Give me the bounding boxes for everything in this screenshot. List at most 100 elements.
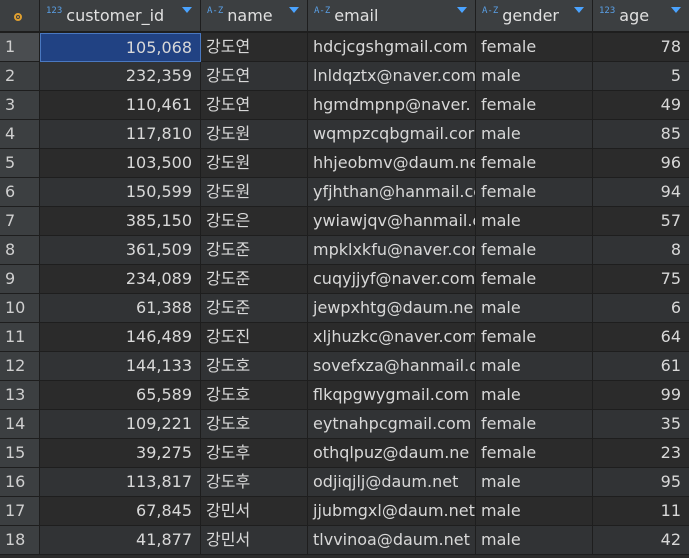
cell-name[interactable]: 강도연 xyxy=(201,62,308,91)
cell-email[interactable]: odjiqjlj@daum.net xyxy=(308,468,476,497)
cell-name[interactable]: 강도후 xyxy=(201,468,308,497)
column-header-gender[interactable]: A-Z gender xyxy=(476,0,593,32)
cell-gender[interactable]: male xyxy=(476,497,593,526)
cell-email[interactable]: jewpxhtg@daum.ne xyxy=(308,294,476,323)
cell-email[interactable]: eytnahpcgmail.com xyxy=(308,410,476,439)
cell-email[interactable]: tlvvinoa@daum.net xyxy=(308,526,476,555)
row-number[interactable]: 4 xyxy=(0,120,40,149)
cell-age[interactable]: 85 xyxy=(593,120,689,149)
cell-name[interactable]: 강도원 xyxy=(201,178,308,207)
cell-age[interactable]: 75 xyxy=(593,265,689,294)
cell-name[interactable]: 강도호 xyxy=(201,352,308,381)
cell-age[interactable]: 94 xyxy=(593,178,689,207)
cell-email[interactable]: othqlpuz@daum.ne xyxy=(308,439,476,468)
table-row[interactable]: 5 103,500 강도원 hhjeobmv@daum.ne female 96 xyxy=(0,149,689,178)
row-number[interactable]: 11 xyxy=(0,323,40,352)
row-number[interactable]: 6 xyxy=(0,178,40,207)
cell-gender[interactable]: male xyxy=(476,207,593,236)
cell-customer-id[interactable]: 385,150 xyxy=(40,207,201,236)
cell-email[interactable]: lnldqztx@naver.com xyxy=(308,62,476,91)
cell-gender[interactable]: female xyxy=(476,178,593,207)
table-row[interactable]: 17 67,845 강민서 jjubmgxl@daum.net male 11 xyxy=(0,497,689,526)
cell-gender[interactable]: female xyxy=(476,439,593,468)
cell-name[interactable]: 강도호 xyxy=(201,410,308,439)
row-number[interactable]: 1 xyxy=(0,33,40,62)
cell-age[interactable]: 6 xyxy=(593,294,689,323)
table-row[interactable]: 2 232,359 강도연 lnldqztx@naver.com male 5 xyxy=(0,62,689,91)
row-number[interactable]: 5 xyxy=(0,149,40,178)
cell-customer-id[interactable]: 144,133 xyxy=(40,352,201,381)
cell-name[interactable]: 강민서 xyxy=(201,526,308,555)
row-number[interactable]: 9 xyxy=(0,265,40,294)
cell-gender[interactable]: female xyxy=(476,91,593,120)
cell-gender[interactable]: male xyxy=(476,120,593,149)
row-number[interactable]: 18 xyxy=(0,526,40,555)
cell-customer-id[interactable]: 103,500 xyxy=(40,149,201,178)
cell-email[interactable]: wqmpzcqbgmail.cor xyxy=(308,120,476,149)
table-row[interactable]: 4 117,810 강도원 wqmpzcqbgmail.cor male 85 xyxy=(0,120,689,149)
row-number[interactable]: 15 xyxy=(0,439,40,468)
cell-gender[interactable]: female xyxy=(476,149,593,178)
cell-customer-id[interactable]: 109,221 xyxy=(40,410,201,439)
cell-gender[interactable]: male xyxy=(476,526,593,555)
cell-gender[interactable]: female xyxy=(476,236,593,265)
row-number[interactable]: 16 xyxy=(0,468,40,497)
table-row[interactable]: 12 144,133 강도호 sovefxza@hanmail.c male 6… xyxy=(0,352,689,381)
table-row[interactable]: 14 109,221 강도호 eytnahpcgmail.com female … xyxy=(0,410,689,439)
cell-email[interactable]: yfjhthan@hanmail.cc xyxy=(308,178,476,207)
row-number[interactable]: 10 xyxy=(0,294,40,323)
cell-name[interactable]: 강도호 xyxy=(201,381,308,410)
cell-name[interactable]: 강도후 xyxy=(201,439,308,468)
table-row[interactable]: 16 113,817 강도후 odjiqjlj@daum.net male 95 xyxy=(0,468,689,497)
cell-name[interactable]: 강도연 xyxy=(201,33,308,62)
row-number[interactable]: 14 xyxy=(0,410,40,439)
dropdown-arrow-icon[interactable] xyxy=(182,7,192,13)
cell-age[interactable]: 8 xyxy=(593,236,689,265)
cell-age[interactable]: 11 xyxy=(593,497,689,526)
row-number[interactable]: 17 xyxy=(0,497,40,526)
cell-customer-id[interactable]: 65,589 xyxy=(40,381,201,410)
cell-customer-id[interactable]: 39,275 xyxy=(40,439,201,468)
row-number[interactable]: 2 xyxy=(0,62,40,91)
cell-customer-id[interactable]: 117,810 xyxy=(40,120,201,149)
cell-gender[interactable]: female xyxy=(476,265,593,294)
row-number[interactable]: 8 xyxy=(0,236,40,265)
cell-email[interactable]: hdcjcgshgmail.com xyxy=(308,33,476,62)
cell-age[interactable]: 64 xyxy=(593,323,689,352)
cell-email[interactable]: cuqyjjyf@naver.com xyxy=(308,265,476,294)
table-row[interactable]: 6 150,599 강도원 yfjhthan@hanmail.cc female… xyxy=(0,178,689,207)
cell-age[interactable]: 95 xyxy=(593,468,689,497)
cell-age[interactable]: 5 xyxy=(593,62,689,91)
column-header-email[interactable]: A-Z email xyxy=(308,0,476,32)
cell-customer-id[interactable]: 150,599 xyxy=(40,178,201,207)
dropdown-arrow-icon[interactable] xyxy=(457,7,467,13)
cell-name[interactable]: 강도원 xyxy=(201,120,308,149)
cell-customer-id[interactable]: 113,817 xyxy=(40,468,201,497)
cell-age[interactable]: 57 xyxy=(593,207,689,236)
cell-gender[interactable]: male xyxy=(476,62,593,91)
cell-age[interactable]: 99 xyxy=(593,381,689,410)
cell-age[interactable]: 42 xyxy=(593,526,689,555)
cell-email[interactable]: sovefxza@hanmail.c xyxy=(308,352,476,381)
column-header-age[interactable]: 123 age xyxy=(593,0,689,32)
row-number[interactable]: 13 xyxy=(0,381,40,410)
row-number[interactable]: 7 xyxy=(0,207,40,236)
cell-gender[interactable]: male xyxy=(476,352,593,381)
table-row[interactable]: 15 39,275 강도후 othqlpuz@daum.ne female 23 xyxy=(0,439,689,468)
dropdown-arrow-icon[interactable] xyxy=(671,7,681,13)
cell-customer-id[interactable]: 41,877 xyxy=(40,526,201,555)
table-row[interactable]: 18 41,877 강민서 tlvvinoa@daum.net male 42 xyxy=(0,526,689,555)
cell-email[interactable]: mpklxkfu@naver.cor xyxy=(308,236,476,265)
cell-name[interactable]: 강도원 xyxy=(201,149,308,178)
cell-age[interactable]: 61 xyxy=(593,352,689,381)
cell-email[interactable]: hgmdmpnp@naver. xyxy=(308,91,476,120)
cell-customer-id[interactable]: 361,509 xyxy=(40,236,201,265)
cell-age[interactable]: 49 xyxy=(593,91,689,120)
table-row[interactable]: 11 146,489 강도진 xljhuzkc@naver.com female… xyxy=(0,323,689,352)
dropdown-arrow-icon[interactable] xyxy=(574,7,584,13)
cell-customer-id[interactable]: 105,068 xyxy=(40,33,201,62)
cell-gender[interactable]: female xyxy=(476,323,593,352)
row-number[interactable]: 3 xyxy=(0,91,40,120)
cell-email[interactable]: flkqpgwygmail.com xyxy=(308,381,476,410)
cell-gender[interactable]: male xyxy=(476,381,593,410)
